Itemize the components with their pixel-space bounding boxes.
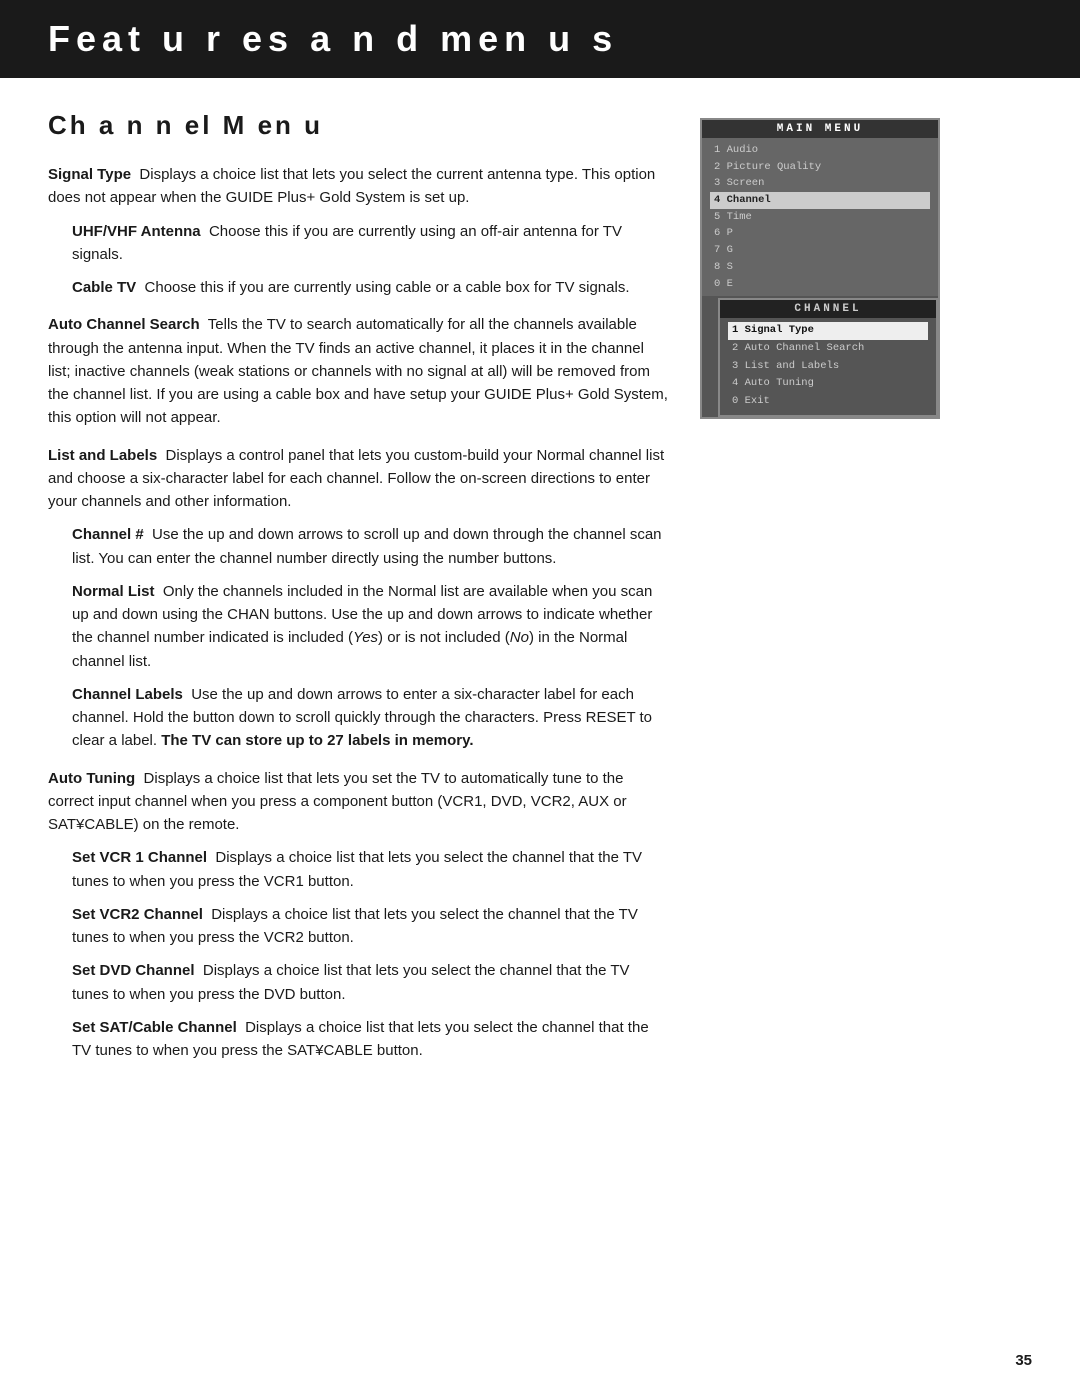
main-menu-items: 1 Audio 2 Picture Quality 3 Screen 4 Cha… [702,138,938,296]
main-menu-title: MAIN MENU [702,120,938,138]
signal-type-term: Signal Type [48,166,131,183]
auto-channel-search-term: Auto Channel Search [48,316,200,333]
content-area: Ch a n n el M en u Signal Type Displays … [0,110,1080,1076]
header-banner: Feat u r es a n d men u s [0,0,1080,78]
set-vcr2-block: Set VCR2 Channel Displays a choice list … [72,903,668,950]
main-menu-box: MAIN MENU 1 Audio 2 Picture Quality 3 Sc… [700,118,940,419]
channel-item-exit: 0 Exit [728,393,928,411]
set-vcr2-term: Set VCR2 Channel [72,906,203,923]
set-dvd-block: Set DVD Channel Displays a choice list t… [72,959,668,1006]
main-menu-item-0: 0 E [710,276,930,293]
page-number: 35 [1015,1352,1032,1369]
auto-tuning-term: Auto Tuning [48,770,135,787]
main-menu-item-audio: 1 Audio [710,142,930,159]
section-list-and-labels: List and Labels Displays a control panel… [48,444,668,753]
channel-item-auto-search: 2 Auto Channel Search [728,340,928,358]
cable-tv-block: Cable TV Choose this if you are currentl… [72,276,668,299]
tv-menu-screenshot: MAIN MENU 1 Audio 2 Picture Quality 3 Sc… [700,118,940,419]
right-column: MAIN MENU 1 Audio 2 Picture Quality 3 Sc… [700,110,970,1076]
channel-labels-block: Channel Labels Use the up and down arrow… [72,683,668,753]
main-menu-item-channel: 4 Channel [710,192,930,209]
channel-menu-items: 1 Signal Type 2 Auto Channel Search 3 Li… [720,318,936,415]
left-column: Ch a n n el M en u Signal Type Displays … [48,110,668,1076]
channel-hash-block: Channel # Use the up and down arrows to … [72,523,668,570]
section-signal-type: Signal Type Displays a choice list that … [48,163,668,299]
signal-type-para: Signal Type Displays a choice list that … [48,163,668,210]
channel-item-signal-type: 1 Signal Type [728,322,928,340]
chapter-title: Ch a n n el M en u [48,110,668,141]
set-vcr1-block: Set VCR 1 Channel Displays a choice list… [72,846,668,893]
channel-labels-term: Channel Labels [72,686,183,703]
set-sat-term: Set SAT/Cable Channel [72,1019,237,1036]
channel-submenu: CHANNEL 1 Signal Type 2 Auto Channel Sea… [718,298,938,417]
section-auto-tuning: Auto Tuning Displays a choice list that … [48,767,668,1063]
page-title: Feat u r es a n d men u s [48,18,1032,60]
section-auto-channel-search: Auto Channel Search Tells the TV to sear… [48,313,668,429]
channel-item-list-labels: 3 List and Labels [728,358,928,376]
set-vcr1-term: Set VCR 1 Channel [72,849,207,866]
channel-labels-note: The TV can store up to 27 labels in memo… [161,732,473,749]
channel-menu-title: CHANNEL [720,300,936,318]
uhf-vhf-block: UHF/VHF Antenna Choose this if you are c… [72,220,668,267]
channel-item-auto-tuning: 4 Auto Tuning [728,375,928,393]
main-menu-item-picture: 2 Picture Quality [710,159,930,176]
main-menu-item-7: 7 G [710,242,930,259]
list-labels-term: List and Labels [48,447,157,464]
main-menu-item-screen: 3 Screen [710,175,930,192]
main-menu-item-6: 6 P [710,225,930,242]
uhf-term: UHF/VHF Antenna [72,223,201,240]
set-dvd-term: Set DVD Channel [72,962,195,979]
set-sat-block: Set SAT/Cable Channel Displays a choice … [72,1016,668,1063]
normal-list-term: Normal List [72,583,155,600]
normal-list-block: Normal List Only the channels included i… [72,580,668,673]
channel-hash-term: Channel # [72,526,144,543]
main-menu-item-8: 8 S [710,259,930,276]
main-menu-item-time: 5 Time [710,209,930,226]
cable-tv-term: Cable TV [72,279,136,296]
